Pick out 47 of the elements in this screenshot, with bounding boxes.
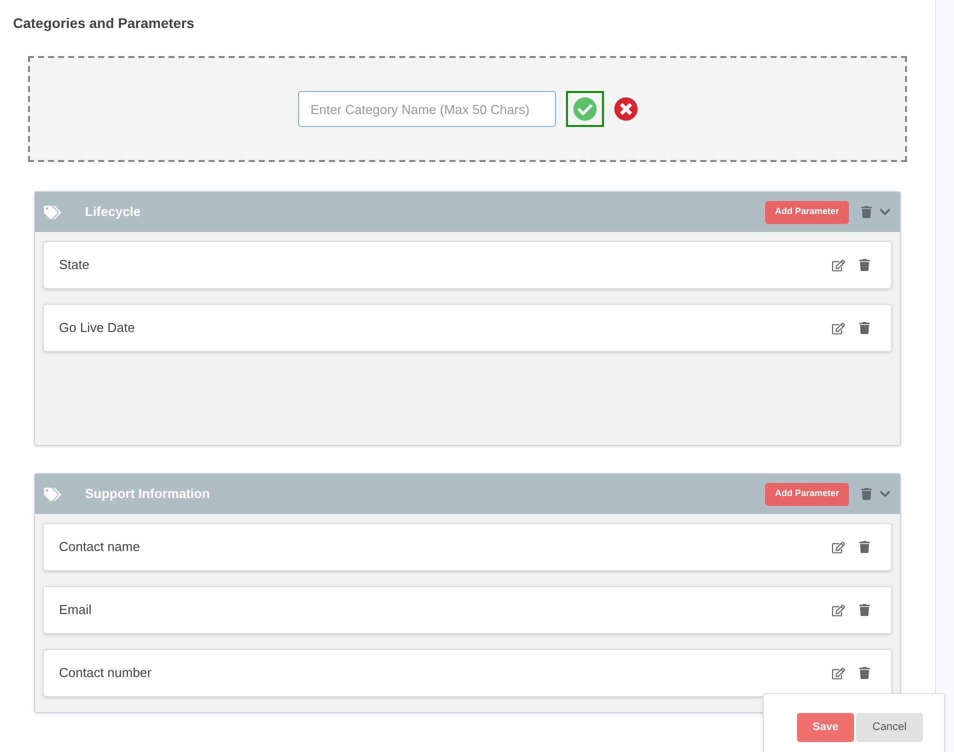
category-title: Lifecycle	[85, 203, 141, 222]
parameter-name: Email	[59, 601, 92, 620]
parameter-name: Contact number	[59, 664, 152, 682]
page-title: Categories and Parameters	[13, 14, 196, 33]
edit-button[interactable]	[832, 666, 845, 680]
edit-icon	[832, 258, 845, 272]
parameter-name: Go Live Date	[59, 319, 135, 338]
collapse-button[interactable]	[879, 488, 891, 500]
delete-button[interactable]	[859, 667, 870, 679]
parameter-name: State	[59, 256, 90, 274]
trash-icon	[859, 667, 870, 679]
confirm-button[interactable]	[566, 91, 604, 127]
chevron-down-icon	[879, 206, 891, 218]
add-parameter-button[interactable]: Add Parameter	[764, 200, 849, 224]
trash-icon	[861, 206, 872, 218]
collapse-button[interactable]	[879, 206, 891, 218]
edit-button[interactable]	[832, 258, 845, 272]
edit-icon	[832, 540, 845, 554]
edit-button[interactable]	[832, 322, 845, 334]
category-title: Support Information	[85, 485, 210, 504]
trash-icon	[859, 604, 870, 616]
tags-icon	[44, 486, 61, 502]
save-button[interactable]: Save	[797, 713, 854, 742]
edit-button[interactable]	[832, 604, 845, 616]
edit-icon	[832, 604, 845, 616]
close-icon	[614, 97, 638, 121]
delete-button[interactable]	[859, 541, 870, 553]
chevron-down-icon	[879, 488, 891, 500]
add-parameter-button[interactable]: Add Parameter	[764, 482, 849, 506]
trash-icon	[859, 541, 870, 553]
check-icon	[572, 97, 596, 121]
delete-button[interactable]	[859, 322, 870, 334]
category-name-field[interactable]: Enter Category Name (Max 50 Chars)	[298, 91, 556, 127]
tags-icon	[44, 204, 61, 220]
delete-button[interactable]	[859, 259, 870, 271]
cancel-button[interactable]: Cancel	[856, 713, 923, 742]
trash-icon	[859, 322, 870, 334]
delete-button[interactable]	[859, 604, 870, 616]
trash-icon	[859, 259, 870, 271]
parameter-name: Contact name	[59, 538, 140, 556]
edit-button[interactable]	[832, 540, 845, 554]
trash-icon	[861, 488, 872, 500]
cancel-icon-button[interactable]	[614, 97, 638, 121]
edit-icon	[832, 322, 845, 334]
edit-icon	[832, 666, 845, 680]
delete-category-button[interactable]	[861, 488, 872, 500]
delete-category-button[interactable]	[861, 206, 872, 218]
